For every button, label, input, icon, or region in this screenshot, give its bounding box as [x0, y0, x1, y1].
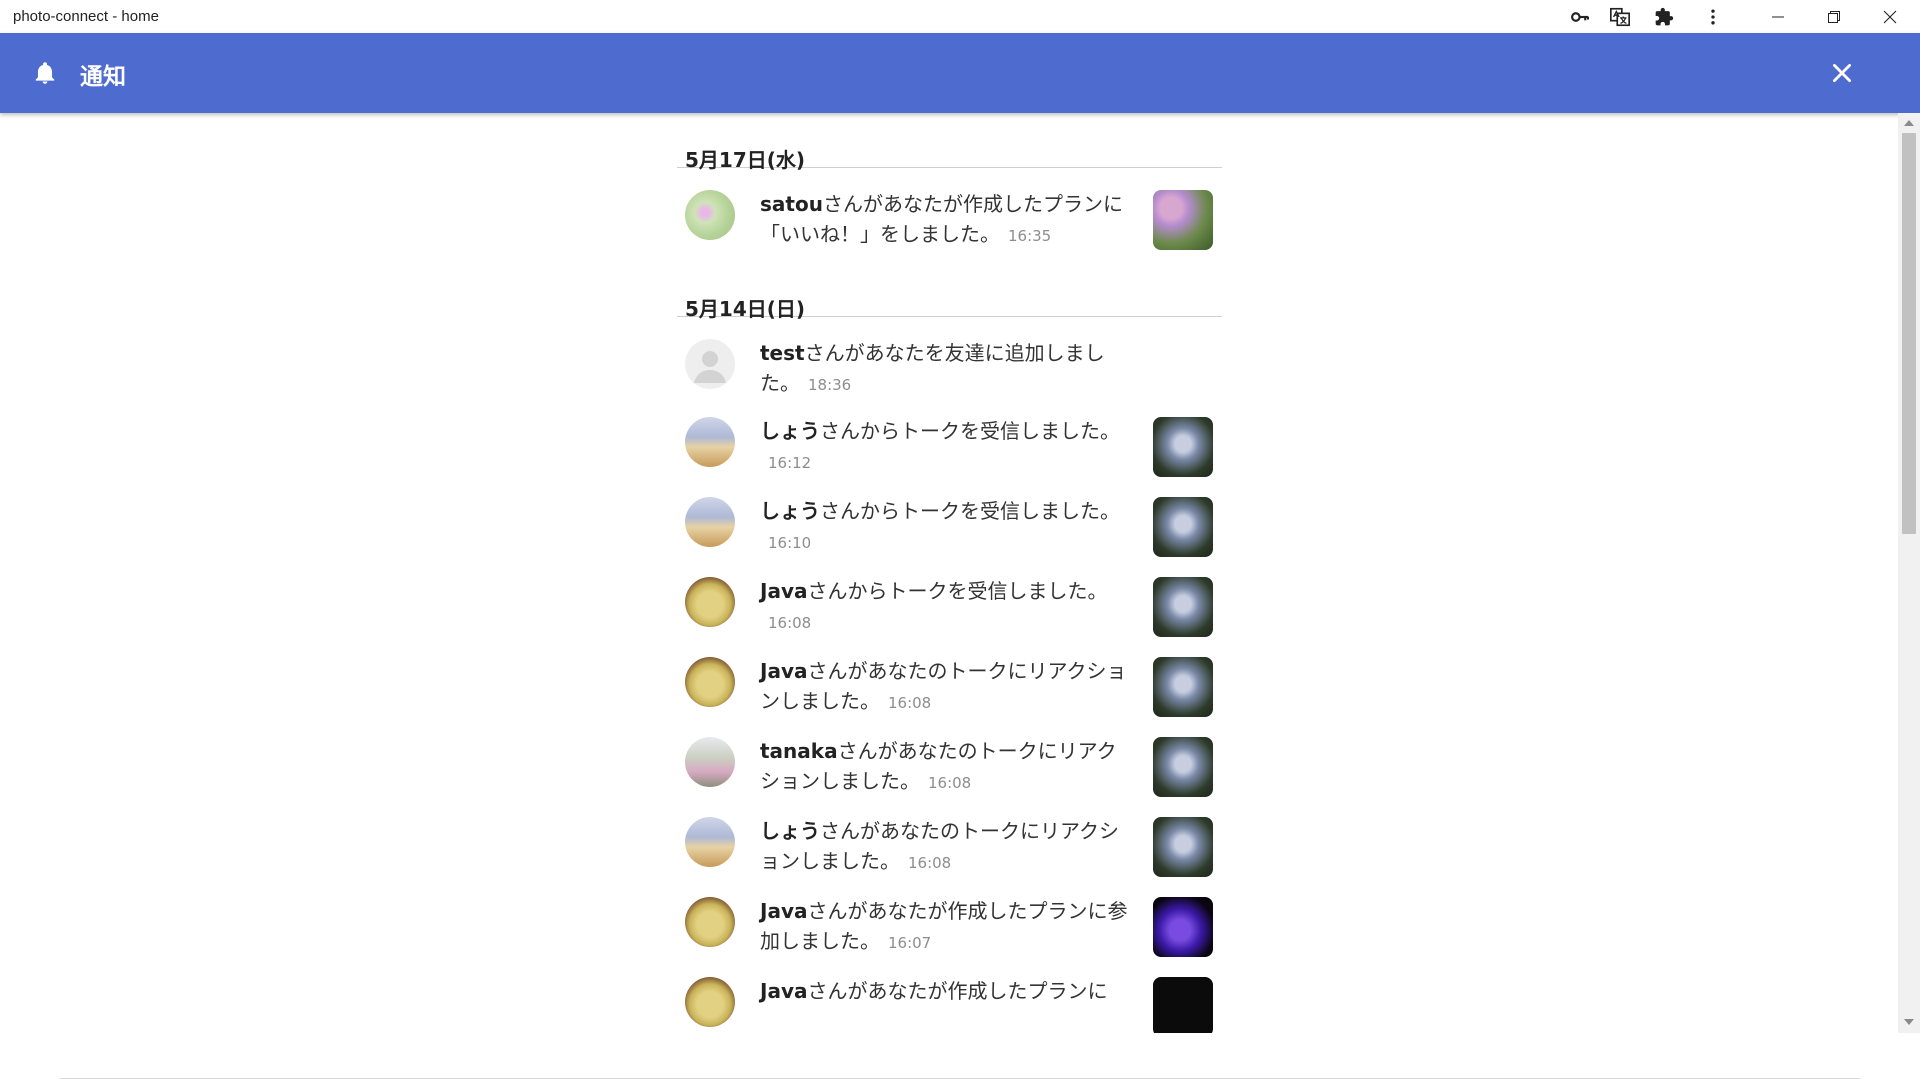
notification-text: さんからトークを受信しました。: [820, 419, 1120, 443]
user-name: Java: [760, 979, 808, 1003]
user-name: Java: [760, 899, 808, 923]
scroll-down-arrow-icon[interactable]: [1904, 1019, 1914, 1025]
vertical-scrollbar[interactable]: [1898, 113, 1920, 1033]
bottom-divider: [60, 1078, 1860, 1079]
notification-text: さんがあなたのトークにリアクションしました。: [760, 659, 1127, 713]
notification-time: 16:35: [1008, 227, 1052, 245]
user-name: test: [760, 341, 805, 365]
notification-item[interactable]: testさんがあなたを友達に追加しました。 18:36: [677, 331, 1222, 409]
user-name: satou: [760, 192, 823, 216]
notification-text: さんからトークを受信しました。: [820, 499, 1120, 523]
notification-item[interactable]: satouさんがあなたが作成したプランに「いいね！」をしました。 16:35: [677, 182, 1222, 262]
user-name: Java: [760, 579, 808, 603]
user-name: しょう: [760, 499, 820, 523]
notification-time: 16:08: [928, 774, 972, 792]
notification-time: 18:36: [808, 376, 852, 394]
notification-text: さんからトークを受信しました。: [807, 579, 1108, 603]
notification-list: 5月17日(水) satouさんがあなたが作成したプランに「いいね！」をしました。…: [677, 113, 1222, 1033]
key-icon[interactable]: [1567, 4, 1593, 30]
user-name: しょう: [760, 419, 820, 443]
notification-time: 16:07: [888, 934, 932, 952]
notification-item[interactable]: しょうさんからトークを受信しました。 16:12: [677, 409, 1222, 489]
avatar[interactable]: [685, 339, 735, 389]
minimize-button[interactable]: [1750, 0, 1806, 33]
date-label: 5月17日(水): [685, 148, 806, 172]
photo-thumbnail[interactable]: [1153, 977, 1213, 1033]
notification-message: tanakaさんがあなたのトークにリアクションしました。 16:08: [760, 736, 1130, 798]
avatar[interactable]: [685, 417, 735, 467]
notification-time: 16:08: [908, 854, 952, 872]
notification-time: 16:12: [768, 454, 812, 472]
photo-thumbnail[interactable]: [1153, 417, 1213, 477]
notification-message: しょうさんからトークを受信しました。 16:12: [760, 416, 1130, 478]
avatar[interactable]: [685, 737, 735, 787]
page-title: 通知: [80, 64, 126, 90]
notification-header: 通知: [0, 33, 1920, 113]
avatar[interactable]: [685, 497, 735, 547]
bell-icon: [32, 60, 58, 86]
translate-icon[interactable]: [1607, 4, 1633, 30]
window-title: photo-connect - home: [13, 8, 159, 25]
window-close-button[interactable]: [1862, 0, 1918, 33]
scroll-up-arrow-icon[interactable]: [1904, 120, 1914, 126]
notification-item[interactable]: Javaさんからトークを受信しました。 16:08: [677, 569, 1222, 649]
avatar[interactable]: [685, 897, 735, 947]
date-header: 5月17日(水): [677, 113, 1222, 172]
notification-item[interactable]: しょうさんがあなたのトークにリアクションしました。 16:08: [677, 809, 1222, 889]
notification-text: さんがあなたが作成したプランに参加しました。: [760, 899, 1128, 953]
restore-button[interactable]: [1806, 0, 1862, 33]
notification-item[interactable]: Javaさんがあなたが作成したプランに: [677, 969, 1222, 1033]
user-name: Java: [760, 659, 808, 683]
notification-message: しょうさんがあなたのトークにリアクションしました。 16:08: [760, 816, 1130, 878]
notification-item[interactable]: しょうさんからトークを受信しました。 16:10: [677, 489, 1222, 569]
notification-item[interactable]: Javaさんがあなたのトークにリアクションしました。 16:08: [677, 649, 1222, 729]
notification-item[interactable]: tanakaさんがあなたのトークにリアクションしました。 16:08: [677, 729, 1222, 809]
photo-thumbnail[interactable]: [1153, 657, 1213, 717]
photo-thumbnail[interactable]: [1153, 497, 1213, 557]
avatar[interactable]: [685, 817, 735, 867]
avatar[interactable]: [685, 577, 735, 627]
user-name: tanaka: [760, 739, 838, 763]
date-label: 5月14日(日): [685, 297, 806, 321]
avatar[interactable]: [685, 657, 735, 707]
notification-item[interactable]: Javaさんがあなたが作成したプランに参加しました。 16:07: [677, 889, 1222, 969]
date-header: 5月14日(日): [677, 262, 1222, 321]
puzzle-icon[interactable]: [1651, 4, 1677, 30]
photo-thumbnail[interactable]: [1153, 190, 1213, 250]
notification-message: Javaさんがあなたが作成したプランに: [760, 976, 1130, 1006]
photo-thumbnail[interactable]: [1153, 737, 1213, 797]
notification-time: 16:08: [888, 694, 932, 712]
more-vert-icon[interactable]: [1700, 4, 1726, 30]
notification-message: Javaさんがあなたのトークにリアクションしました。 16:08: [760, 656, 1130, 718]
notification-text: さんがあなたが作成したプランに: [807, 979, 1108, 1003]
notification-message: testさんがあなたを友達に追加しました。 18:36: [760, 338, 1130, 400]
avatar[interactable]: [685, 190, 735, 240]
notification-message: しょうさんからトークを受信しました。 16:10: [760, 496, 1130, 558]
notification-message: Javaさんがあなたが作成したプランに参加しました。 16:07: [760, 896, 1130, 958]
notification-time: 16:10: [768, 534, 812, 552]
avatar[interactable]: [685, 977, 735, 1027]
notification-message: Javaさんからトークを受信しました。 16:08: [760, 576, 1130, 638]
window-titlebar: photo-connect - home: [0, 0, 1920, 33]
notification-time: 16:08: [768, 614, 812, 632]
photo-thumbnail[interactable]: [1153, 897, 1213, 957]
close-icon[interactable]: [1829, 60, 1855, 86]
photo-thumbnail[interactable]: [1153, 817, 1213, 877]
notification-message: satouさんがあなたが作成したプランに「いいね！」をしました。 16:35: [760, 189, 1130, 251]
notification-scroll-area[interactable]: 5月17日(水) satouさんがあなたが作成したプランに「いいね！」をしました。…: [0, 113, 1898, 1033]
scrollbar-thumb[interactable]: [1902, 133, 1916, 534]
user-name: しょう: [760, 819, 820, 843]
photo-thumbnail[interactable]: [1153, 577, 1213, 637]
